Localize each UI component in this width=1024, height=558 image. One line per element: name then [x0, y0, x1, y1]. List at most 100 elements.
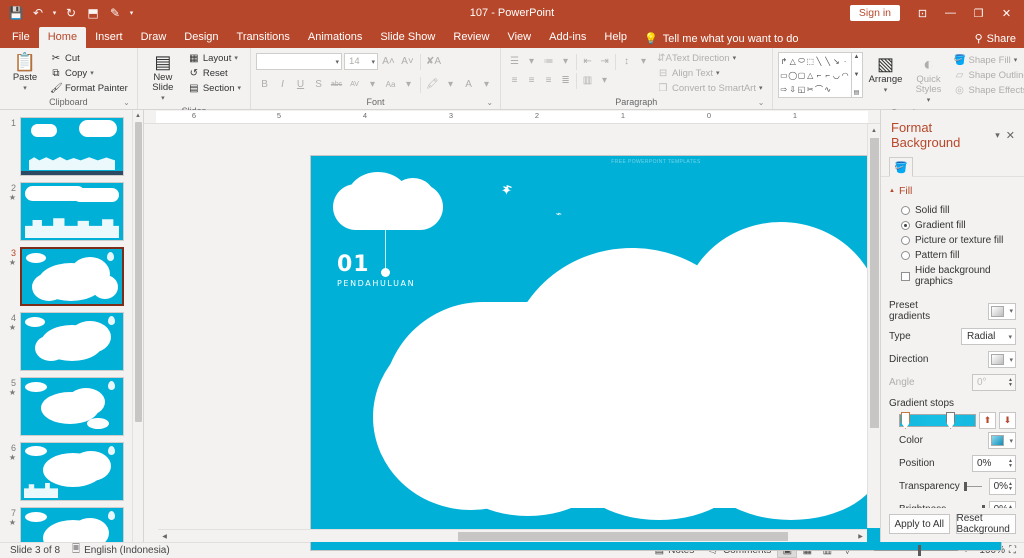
horizontal-ruler[interactable]: 6 5 4 3 2 1 0 1 — [144, 110, 880, 124]
save-icon[interactable]: 💾 — [6, 3, 26, 23]
shape-item[interactable]: ✂ — [806, 82, 815, 96]
italic-button[interactable]: I — [274, 76, 291, 93]
font-color-button[interactable]: A — [460, 76, 477, 93]
ribbon-display-options-icon[interactable]: ⊡ — [909, 2, 936, 24]
start-slideshow-icon[interactable]: ⬒ — [83, 3, 103, 23]
scroll-down-icon[interactable]: ▼ — [854, 72, 860, 78]
add-gradient-stop-button[interactable]: ⬆ — [979, 412, 996, 429]
font-name-dropdown-icon[interactable]: ▾ — [336, 58, 340, 66]
scrollbar-thumb[interactable] — [135, 122, 142, 422]
tab-animations[interactable]: Animations — [299, 27, 371, 48]
shape-item[interactable]: ◱ — [797, 82, 806, 96]
underline-button[interactable]: U — [292, 76, 309, 93]
radio-gradient-fill[interactable]: Gradient fill — [889, 218, 1016, 233]
reset-button[interactable]: ↺ Reset — [186, 67, 245, 81]
paragraph-dialog-launcher[interactable]: ⌄ — [758, 98, 765, 108]
tab-draw[interactable]: Draw — [132, 27, 176, 48]
apply-to-all-button[interactable]: Apply to All — [889, 514, 950, 534]
shape-fill-button[interactable]: 🪣 Shape Fill ▾ — [952, 54, 1024, 68]
radio-picture-or-texture-fill[interactable]: Picture or texture fill — [889, 233, 1016, 248]
smartart-dropdown-icon[interactable]: ▾ — [759, 83, 763, 95]
redo-icon[interactable]: ↻ — [61, 3, 81, 23]
tab-file[interactable]: File — [3, 27, 39, 48]
shape-item[interactable]: △ — [788, 54, 797, 68]
clear-formatting-icon[interactable]: ✘A — [425, 53, 442, 70]
shape-item[interactable] — [832, 82, 841, 96]
thumbnail-slide-3[interactable] — [20, 247, 124, 306]
panel-options-icon[interactable]: ▾ — [992, 130, 1003, 141]
tab-transitions[interactable]: Transitions — [228, 27, 299, 48]
quick-styles-dropdown-icon[interactable]: ▾ — [927, 96, 931, 106]
radio-icon[interactable] — [901, 236, 910, 245]
arrange-button[interactable]: ▧ Arrange ▾ — [866, 52, 906, 98]
character-spacing-button[interactable]: AV — [346, 76, 363, 93]
spinner-arrows-icon[interactable]: ▲▼ — [1008, 481, 1013, 492]
tab-home[interactable]: Home — [38, 27, 87, 48]
tab-add-ins[interactable]: Add-ins — [540, 27, 595, 48]
shape-item[interactable]: ▭ — [780, 68, 789, 82]
shape-item[interactable]: ◠ — [841, 68, 850, 82]
scroll-up-icon[interactable]: ▲ — [854, 54, 860, 60]
line-spacing-dropdown-icon[interactable]: ▾ — [635, 53, 652, 70]
scroll-left-icon[interactable]: ◀ — [158, 530, 171, 543]
list-item[interactable]: 6 ★ — [0, 439, 143, 504]
scrollbar-thumb[interactable] — [870, 138, 879, 428]
share-button[interactable]: ⚲ Share — [975, 32, 1016, 46]
scrollbar-thumb[interactable] — [458, 532, 788, 541]
chevron-down-icon[interactable]: ▲ — [889, 188, 895, 194]
spinner-arrows-icon[interactable]: ▲▼ — [1008, 458, 1013, 469]
gradient-stop-handle[interactable] — [901, 412, 910, 429]
copy-dropdown-icon[interactable]: ▾ — [90, 68, 94, 80]
change-case-dropdown-icon[interactable]: ▾ — [400, 76, 417, 93]
shrink-font-icon[interactable]: A˅ — [399, 53, 416, 70]
new-slide-dropdown-icon[interactable]: ▾ — [161, 94, 165, 104]
horizontal-scrollbar[interactable]: ◀ ▶ — [158, 529, 867, 542]
cut-button[interactable]: ✂ Cut — [48, 52, 132, 66]
color-picker[interactable]: ▾ — [988, 432, 1016, 449]
shape-fill-dropdown-icon[interactable]: ▾ — [1014, 55, 1018, 67]
columns-icon[interactable]: ▥ — [579, 72, 596, 89]
shapes-gallery[interactable]: ↱ △ ⬭ ⬚ ╲ ╲ ↘ · ▭ ◯ ▢ △ ⌐ ⌐ ◡ ◠ ⇨ ⇩ ◱ ✂ … — [777, 52, 852, 98]
fill-bucket-icon[interactable]: 🪣 — [889, 157, 913, 177]
undo-icon[interactable]: ↶ — [28, 3, 48, 23]
scroll-right-icon[interactable]: ▶ — [854, 530, 867, 543]
shape-item[interactable]: ⇨ — [780, 82, 789, 96]
font-dialog-launcher[interactable]: ⌄ — [486, 98, 493, 108]
close-button[interactable]: ✕ — [993, 2, 1020, 24]
gradient-stop-handle[interactable] — [946, 412, 955, 429]
line-spacing-icon[interactable]: ↕ — [618, 53, 635, 70]
slide-thumbnail-pane[interactable]: 1 2 ★ 3 ★ 4 ★ 5 ★ 6 ★ 7 ★ ▲ — [0, 110, 144, 542]
clipboard-dialog-launcher[interactable]: ⌄ — [123, 98, 130, 108]
undo-dropdown-icon[interactable]: ▾ — [50, 3, 59, 23]
align-right-icon[interactable]: ≡ — [540, 72, 557, 89]
radio-icon[interactable] — [901, 221, 910, 230]
font-size-input[interactable]: 14 ▾ — [344, 53, 379, 70]
layout-dropdown-icon[interactable]: ▾ — [234, 53, 238, 65]
thumbnail-slide-4[interactable] — [20, 312, 124, 371]
position-spinner[interactable]: 0% ▲ ▼ — [972, 455, 1016, 472]
language-indicator[interactable]: 🗏 English (Indonesia) — [66, 542, 176, 558]
shape-outline-button[interactable]: ▱ Shape Outline ▾ — [952, 69, 1024, 83]
remove-gradient-stop-button[interactable]: ⬇ — [999, 412, 1016, 429]
bullets-dropdown-icon[interactable]: ▾ — [523, 53, 540, 70]
grow-font-icon[interactable]: A˄ — [380, 53, 397, 70]
align-text-dropdown-icon[interactable]: ▾ — [716, 68, 720, 80]
bullets-icon[interactable]: ☰ — [506, 53, 523, 70]
radio-solid-fill[interactable]: Solid fill — [889, 203, 1016, 218]
fill-section-header[interactable]: ▲ Fill — [889, 185, 1016, 197]
layout-button[interactable]: ▦ Layout ▾ — [186, 52, 245, 66]
shape-item[interactable]: · — [841, 54, 850, 68]
font-color-dropdown-icon[interactable]: ▾ — [478, 76, 495, 93]
checkbox-hide-background-graphics[interactable]: Hide background graphics — [889, 263, 1016, 289]
shape-item[interactable]: ∿ — [823, 82, 832, 96]
panel-close-icon[interactable]: ✕ — [1003, 129, 1018, 142]
shape-item[interactable]: ↱ — [780, 54, 789, 68]
customize-qat-icon[interactable]: ▾ — [127, 3, 136, 23]
decrease-indent-icon[interactable]: ⇤ — [579, 53, 596, 70]
tab-slide-show[interactable]: Slide Show — [371, 27, 444, 48]
shape-item[interactable]: ◡ — [832, 68, 841, 82]
restore-button[interactable]: ❐ — [965, 2, 992, 24]
tell-me-search[interactable]: 💡 Tell me what you want to do — [636, 29, 806, 48]
shape-item[interactable]: ⬚ — [806, 54, 815, 68]
new-slide-button[interactable]: ▤ New Slide ▾ — [143, 50, 183, 106]
